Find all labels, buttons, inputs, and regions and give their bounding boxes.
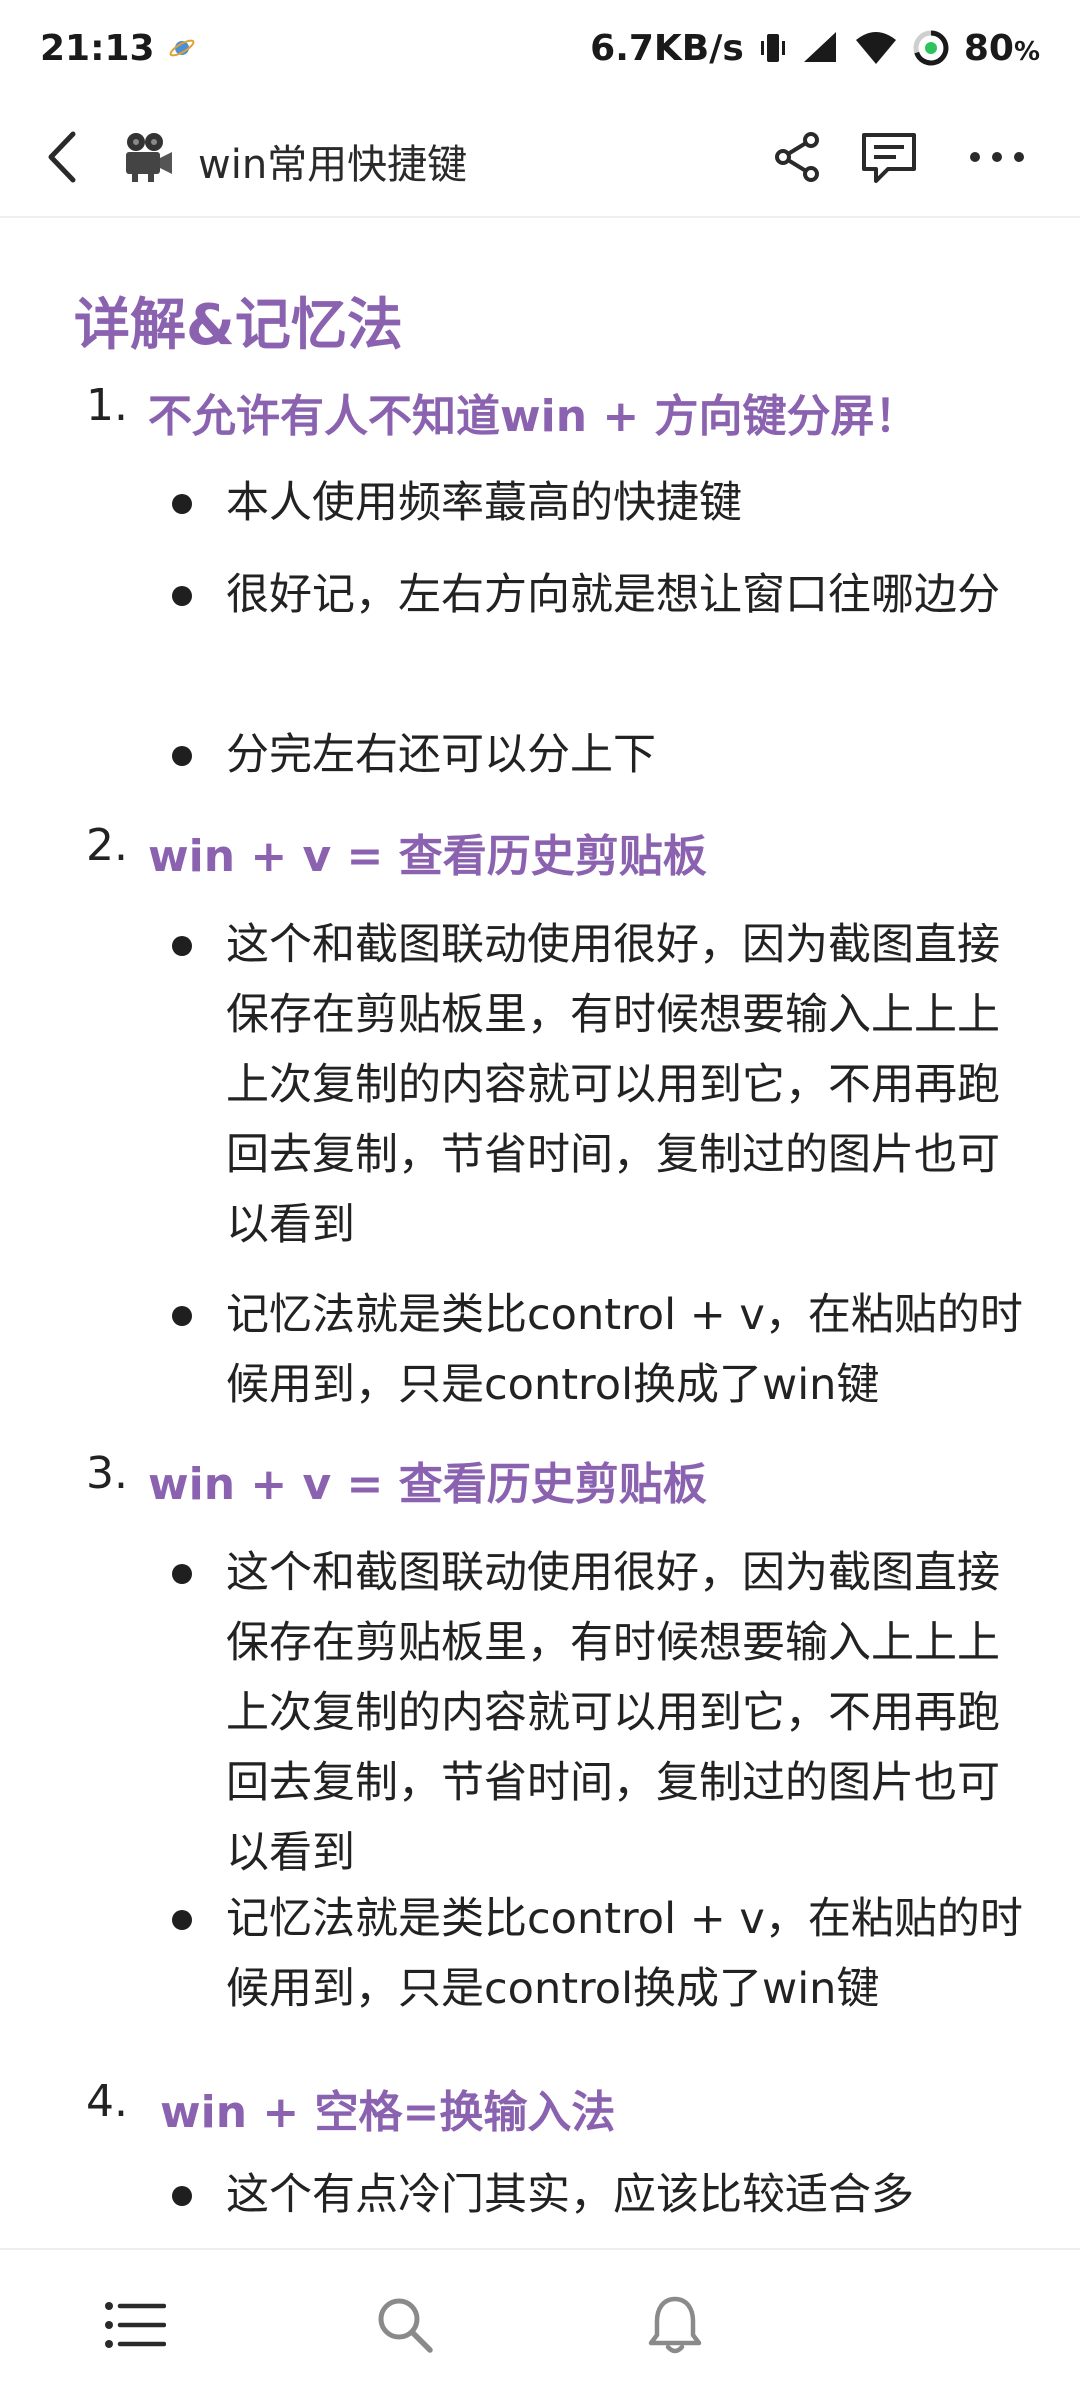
battery-ring-icon — [912, 29, 950, 67]
list-number: 3. — [86, 1448, 128, 1499]
bullet-text: 这个和截图联动使用很好，因为截图直接保存在剪贴板里，有时候想要输入上上上上次复制… — [226, 920, 1000, 1250]
app-header: win常用快捷键 — [0, 96, 1080, 218]
list-number: 1. — [86, 380, 128, 431]
bullet-dot — [172, 586, 192, 606]
bullet-text: 本人使用频率蕞高的快捷键 — [226, 478, 742, 528]
comments-button[interactable] — [850, 118, 928, 196]
bullet-dot — [172, 1910, 192, 1930]
list-item-title: win + 空格=换输入法 — [160, 2087, 616, 2138]
bullet-text: 这个和截图联动使用很好，因为截图直接保存在剪贴板里，有时候想要输入上上上上次复制… — [226, 1548, 1000, 1878]
document-content[interactable]: 详解&记忆法 1. 不允许有人不知道win + 方向键分屏！ 本人使用频率蕞高的… — [0, 220, 1080, 2240]
list-item-title: 不允许有人不知道win + 方向键分屏！ — [148, 391, 919, 442]
bullet-dot — [172, 1306, 192, 1326]
bell-icon — [648, 2296, 702, 2354]
notifications-button[interactable] — [630, 2280, 720, 2370]
list-menu-icon — [105, 2302, 166, 2348]
bullet-dot — [172, 936, 192, 956]
list-item-title: win + v = 查看历史剪贴板 — [148, 831, 707, 882]
cellular-signal-icon — [802, 30, 840, 66]
section-heading: 详解&记忆法 — [74, 293, 403, 358]
bullet-dot — [172, 1564, 192, 1584]
status-left: 21:13 — [40, 28, 197, 69]
share-icon — [775, 132, 819, 182]
more-dots-icon — [970, 152, 1024, 162]
status-bar: 21:13 6.7KB/s 80% — [0, 0, 1080, 96]
planet-icon — [167, 33, 197, 63]
bullet-text: 很好记，左右方向就是想让窗口往哪边分 — [226, 570, 1000, 620]
search-button[interactable] — [360, 2280, 450, 2370]
back-arrow-icon — [48, 131, 76, 183]
bullet-dot — [172, 746, 192, 766]
bullet-dot — [172, 2186, 192, 2206]
list-number: 2. — [86, 820, 128, 871]
network-speed: 6.7KB/s — [590, 27, 744, 69]
list-number: 4. — [86, 2076, 128, 2127]
battery-level: 80% — [963, 27, 1040, 69]
bullet-text: 记忆法就是类比control + v，在粘贴的时候用到，只是control换成了… — [226, 1290, 1023, 1410]
bullet-dot — [172, 494, 192, 514]
search-icon — [378, 2298, 433, 2353]
more-options-button[interactable] — [958, 118, 1036, 196]
bullet-text: 这个有点冷门其实，应该比较适合多 — [226, 2170, 914, 2220]
share-button[interactable] — [758, 118, 836, 196]
list-item-title: win + v = 查看历史剪贴板 — [148, 1459, 707, 1510]
wifi-icon — [854, 30, 898, 66]
bottom-toolbar — [0, 2248, 1080, 2402]
comment-icon — [862, 133, 916, 183]
status-right: 6.7KB/s 80% — [590, 28, 1040, 69]
bullet-text: 记忆法就是类比control + v，在粘贴的时候用到，只是control换成了… — [226, 1894, 1023, 2014]
movie-camera-icon — [118, 126, 178, 186]
vibrate-icon — [758, 30, 788, 66]
status-time: 21:13 — [40, 27, 155, 69]
back-button[interactable] — [24, 118, 102, 196]
page-title: win常用快捷键 — [198, 142, 468, 188]
bullet-text: 分完左右还可以分上下 — [226, 730, 656, 780]
outline-button[interactable] — [90, 2280, 180, 2370]
